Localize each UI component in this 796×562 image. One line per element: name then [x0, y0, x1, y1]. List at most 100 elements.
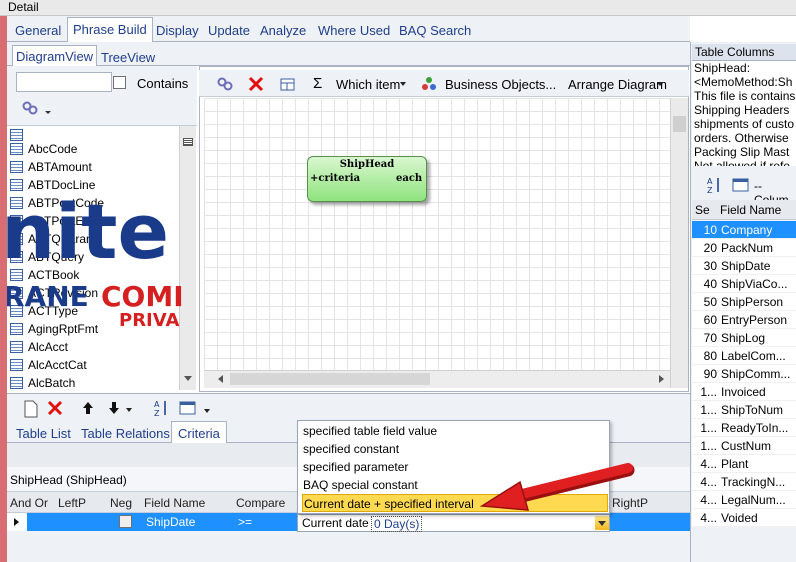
diagram-horizontal-scrollbar[interactable] [204, 370, 670, 388]
col-and-or[interactable]: And Or [10, 496, 48, 510]
list-item[interactable]: ACTBook [7, 266, 187, 284]
list-item[interactable]: AbcCode [7, 140, 187, 158]
list-item[interactable]: ABTDocLine [7, 176, 187, 194]
col-seq[interactable]: Se [695, 203, 710, 217]
sort-az-icon[interactable]: A Z [153, 399, 169, 417]
which-item-button[interactable]: Which item [336, 77, 400, 92]
scroll-down-icon[interactable] [184, 376, 192, 381]
move-up-icon[interactable] [82, 401, 94, 415]
column-row[interactable]: 70 ShipLog [692, 329, 796, 347]
column-row[interactable]: 10 Company [692, 221, 796, 239]
table-search-input[interactable] [16, 72, 112, 92]
table-columns-header: Table Columns [692, 44, 796, 61]
tab-where-used[interactable]: Where Used [318, 21, 390, 41]
tab-phrase-build[interactable]: Phrase Build [67, 17, 153, 42]
list-item[interactable]: ACTRevision [7, 284, 187, 302]
column-row[interactable]: 1... Invoiced [692, 383, 796, 401]
column-row[interactable]: 40 ShipViaCo... [692, 275, 796, 293]
column-name: TrackingN... [721, 475, 786, 489]
scroll-thumb[interactable] [230, 373, 430, 385]
delete-icon[interactable] [248, 76, 264, 92]
column-row[interactable]: 90 ShipComm... [692, 365, 796, 383]
table-grid-icon[interactable] [732, 177, 750, 193]
tab-table-relations[interactable]: Table Relations [81, 426, 170, 441]
description-line: Shipping Headers [694, 103, 790, 117]
link-icon[interactable] [21, 100, 51, 116]
option-constant[interactable]: specified constant [302, 440, 608, 458]
table-list-scrollbar[interactable] [179, 126, 196, 390]
tab-table-list[interactable]: Table List [16, 426, 71, 441]
list-item[interactable]: ABTPostEntity [7, 212, 187, 230]
scroll-left-icon[interactable] [218, 375, 223, 383]
list-item[interactable]: AlcAcct [7, 338, 187, 356]
tab-general[interactable]: General [15, 21, 61, 41]
contains-checkbox[interactable] [113, 76, 126, 89]
columns-toolbar: A Z --Colum [692, 172, 796, 207]
col-neg[interactable]: Neg [110, 496, 132, 510]
option-table-field[interactable]: specified table field value [302, 422, 608, 440]
chevron-down-icon [657, 82, 663, 86]
col-compare[interactable]: Compare [236, 496, 285, 510]
column-name: Voided [721, 511, 758, 525]
tab-baq-search[interactable]: BAQ Search [399, 21, 471, 41]
table-grid-icon[interactable] [179, 400, 197, 416]
scroll-right-icon[interactable] [659, 375, 664, 383]
table-add-icon[interactable] [279, 76, 297, 92]
table-icon [10, 341, 23, 353]
diagram-canvas[interactable] [204, 98, 670, 370]
description-line: <MemoMethod:Sh [694, 75, 793, 89]
column-row[interactable]: 1... ReadyToIn... [692, 419, 796, 437]
diagram-vertical-scrollbar[interactable] [670, 98, 688, 388]
column-row[interactable]: 50 ShipPerson [692, 293, 796, 311]
move-down-icon[interactable] [108, 401, 120, 415]
tab-analyze[interactable]: Analyze [260, 21, 306, 41]
list-item[interactable]: ABTQuery [7, 248, 187, 266]
column-row[interactable]: 1... ShipToNum [692, 401, 796, 419]
sort-az-icon[interactable]: A Z [706, 176, 722, 194]
column-row[interactable]: 80 LabelCom... [692, 347, 796, 365]
column-row[interactable]: 4... LegalNum... [692, 491, 796, 509]
tab-update[interactable]: Update [208, 21, 250, 41]
column-row[interactable]: 4... Voided [692, 509, 796, 527]
list-item[interactable]: ABTAmount [7, 158, 187, 176]
sigma-icon[interactable]: Σ [313, 75, 322, 92]
column-seq: 50 [703, 295, 717, 309]
arrange-diagram-button[interactable]: Arrange Diagram [568, 77, 667, 92]
tab-display[interactable]: Display [156, 21, 199, 41]
list-item[interactable]: AgingRptFmt [7, 320, 187, 338]
business-objects-icon [422, 77, 436, 90]
description-line: Not allowed if refe [694, 159, 791, 166]
column-row[interactable]: 30 ShipDate [692, 257, 796, 275]
row-selector[interactable] [7, 513, 27, 531]
compare-cell[interactable]: >= [238, 515, 252, 529]
interval-value[interactable]: 0 Day(s) [371, 516, 423, 532]
col-field-name[interactable]: Field Name [720, 203, 781, 217]
neg-checkbox[interactable] [119, 515, 132, 528]
list-item[interactable]: ACTType [7, 302, 187, 320]
delete-icon[interactable] [47, 400, 63, 416]
column-row[interactable]: 20 PackNum [692, 239, 796, 257]
col-field-name[interactable]: Field Name [144, 496, 205, 510]
column-row[interactable]: 4... Plant [692, 455, 796, 473]
column-name: LegalNum... [721, 493, 786, 507]
description-line: This file is contains [694, 89, 796, 103]
list-item[interactable]: ABTPostCode [7, 194, 187, 212]
new-icon[interactable] [23, 400, 39, 418]
diagram-table-node[interactable]: ShipHead +criteria each [307, 156, 427, 202]
table-icon [10, 233, 23, 245]
col-leftp[interactable]: LeftP [58, 496, 86, 510]
business-objects-button[interactable]: Business Objects... [445, 77, 556, 92]
list-item[interactable]: AlcAcctCat [7, 356, 187, 374]
tab-diagram-view[interactable]: DiagramView [12, 45, 98, 66]
tab-criteria[interactable]: Criteria [171, 421, 227, 443]
column-row[interactable]: 60 EntryPerson [692, 311, 796, 329]
grip-icon [183, 138, 193, 146]
column-row[interactable]: 4... TrackingN... [692, 473, 796, 491]
list-item[interactable]: AlcBatch [7, 374, 187, 390]
field-name-cell[interactable]: ShipDate [146, 515, 195, 529]
column-row[interactable]: 1... CustNum [692, 437, 796, 455]
list-item[interactable]: ABTQParam [7, 230, 187, 248]
scroll-thumb[interactable] [673, 116, 686, 132]
tab-tree-view[interactable]: TreeView [101, 50, 155, 65]
link-icon[interactable] [216, 76, 234, 92]
